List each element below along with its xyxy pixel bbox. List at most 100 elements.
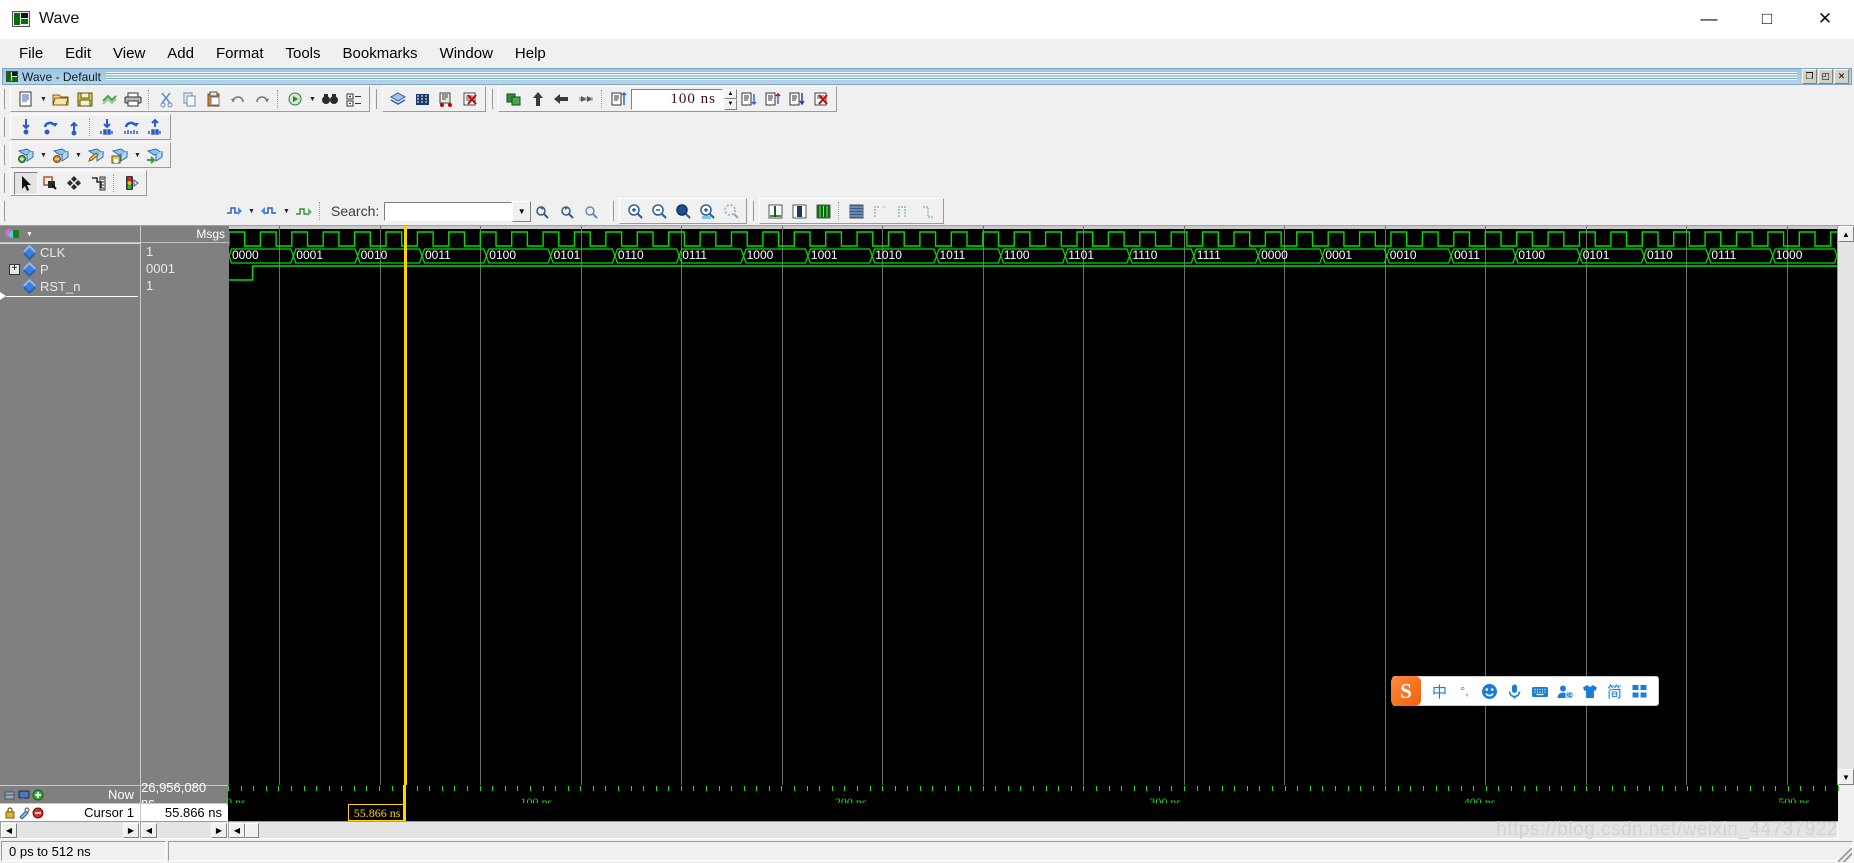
names-hscrollbar[interactable]: ◀ ▶ (0, 821, 140, 839)
expand-p-button[interactable]: + (9, 264, 20, 275)
menu-tools[interactable]: Tools (275, 42, 332, 65)
maximize-button[interactable]: □ (1738, 0, 1796, 38)
jump-forward-button[interactable] (38, 116, 62, 139)
search-next-button[interactable] (555, 200, 579, 223)
bookmark-add-caret[interactable]: ▼ (38, 144, 49, 167)
bookmark-remove-caret[interactable]: ▼ (73, 144, 84, 167)
sub-close-button[interactable]: ✕ (1834, 69, 1849, 84)
chevron-down-icon[interactable]: ▼ (26, 231, 33, 238)
bookmark-add-button[interactable] (14, 144, 38, 167)
redo-button[interactable] (250, 88, 274, 111)
find-next-transition-button[interactable] (143, 116, 167, 139)
next-edge-caret[interactable]: ▼ (246, 200, 257, 223)
bookmark-save-caret[interactable]: ▼ (132, 144, 143, 167)
scroll-up-button[interactable]: ▲ (1838, 226, 1854, 242)
names-scroll-right-button[interactable]: ▶ (123, 822, 139, 838)
search-prev-button[interactable] (531, 200, 555, 223)
continue-button[interactable] (785, 88, 809, 111)
zoom-full-button[interactable] (671, 200, 695, 223)
signal-row-rstn[interactable]: RST_n (0, 278, 140, 295)
new-document-button[interactable] (14, 88, 38, 111)
find-button[interactable] (318, 88, 342, 111)
copy-button[interactable] (178, 88, 202, 111)
menu-add[interactable]: Add (156, 42, 205, 65)
scroll-down-button[interactable]: ▼ (1838, 769, 1854, 785)
ime-simplified-toggle[interactable]: 简 (1602, 678, 1627, 704)
wave-hscrollbar[interactable]: ◀ (228, 821, 1838, 839)
search-input[interactable] (384, 201, 513, 221)
lock-icon[interactable] (4, 806, 16, 819)
find-transition-button[interactable] (119, 116, 143, 139)
undo-button[interactable] (226, 88, 250, 111)
insert-cursor-button[interactable] (14, 116, 38, 139)
zoom-range-button[interactable] (719, 200, 743, 223)
ime-voice-button[interactable] (1502, 678, 1527, 704)
values-scroll-track[interactable] (157, 822, 211, 838)
pan-mode-button[interactable] (62, 172, 86, 195)
prev-edge-button[interactable] (257, 200, 281, 223)
run-length-spinner-up[interactable]: ▲ (724, 88, 737, 99)
sogou-ime-toolbar[interactable]: S 中 °, 24 简 (1391, 676, 1659, 706)
add-cursor-icon[interactable] (32, 789, 44, 801)
undock-icon[interactable] (4, 789, 16, 801)
cursor-band-wrap[interactable]: 55.866 ns (228, 803, 1838, 821)
toolbar-gripper-5[interactable] (1, 145, 5, 165)
compile-caret[interactable]: ▼ (307, 88, 318, 111)
search-dropdown-button[interactable]: ▼ (512, 200, 532, 222)
menu-help[interactable]: Help (504, 42, 557, 65)
find-previous-transition-button[interactable] (95, 116, 119, 139)
menu-format[interactable]: Format (205, 42, 275, 65)
step-over-button[interactable] (761, 88, 785, 111)
open-button[interactable] (49, 88, 73, 111)
values-scroll-right-button[interactable]: ▶ (211, 822, 227, 838)
names-scroll-track[interactable] (17, 822, 123, 838)
bookmark-save-button[interactable] (108, 144, 132, 167)
bookmark-goto-button[interactable] (143, 144, 167, 167)
format-fill-button[interactable] (811, 200, 835, 223)
run-length-field[interactable]: 100 ns (631, 88, 723, 110)
window-resize-grip[interactable] (1838, 848, 1852, 862)
ime-account-button[interactable]: 24 (1552, 678, 1577, 704)
reload-button[interactable] (97, 88, 121, 111)
simulate-button[interactable] (386, 88, 410, 111)
dataflow-button[interactable] (410, 88, 434, 111)
toolbar-gripper-9[interactable] (750, 201, 755, 221)
cursor-band[interactable]: 55.866 ns (228, 803, 1838, 821)
menu-window[interactable]: Window (429, 42, 504, 65)
timeline-wrap[interactable]: 0 ns 100 ns 200 ns 300 ns 400 ns 500 ns (226, 785, 1839, 809)
expand-tree-button[interactable] (342, 88, 366, 111)
values-hscrollbar[interactable]: ◀ ▶ (140, 821, 228, 839)
break-button[interactable] (809, 88, 833, 111)
run-length-spinner[interactable]: ▲ ▼ (724, 88, 737, 110)
wave-scroll-track[interactable] (259, 822, 1837, 838)
timeline-ruler[interactable]: 0 ns 100 ns 200 ns 300 ns 400 ns 500 ns (226, 785, 1839, 809)
sub-maximize-button[interactable]: ◰ (1818, 69, 1833, 84)
message-icon[interactable] (18, 789, 30, 801)
coverage-button[interactable] (434, 88, 458, 111)
ime-keyboard-button[interactable] (1527, 678, 1552, 704)
edit-mode-button[interactable] (86, 172, 110, 195)
cut-button[interactable] (154, 88, 178, 111)
remove-coverage-button[interactable] (458, 88, 482, 111)
ime-skin-button[interactable] (1577, 678, 1602, 704)
vertical-scroll-track[interactable] (1838, 242, 1854, 769)
toolbar-gripper-2[interactable] (373, 89, 377, 109)
step-button[interactable] (737, 88, 761, 111)
paste-button[interactable] (202, 88, 226, 111)
new-document-caret[interactable]: ▼ (38, 88, 49, 111)
toolbar-gripper[interactable] (1, 89, 5, 109)
zoom-cursor-button[interactable] (695, 200, 719, 223)
menu-edit[interactable]: Edit (54, 42, 102, 65)
format-rise-button[interactable] (868, 200, 892, 223)
wave-scroll-thumb[interactable] (245, 822, 259, 838)
menu-view[interactable]: View (102, 42, 156, 65)
signal-row-clk[interactable]: CLK (0, 244, 140, 261)
zoom-in-button[interactable] (623, 200, 647, 223)
minimize-button[interactable]: — (1680, 0, 1738, 38)
ime-toolbox-button[interactable] (1627, 678, 1652, 704)
select-mode-button[interactable] (14, 171, 38, 195)
ime-language-toggle[interactable]: 中 (1427, 678, 1452, 704)
sogou-logo-icon[interactable]: S (1391, 676, 1421, 706)
format-center-button[interactable] (787, 200, 811, 223)
ime-punctuation-toggle[interactable]: °, (1452, 678, 1477, 704)
